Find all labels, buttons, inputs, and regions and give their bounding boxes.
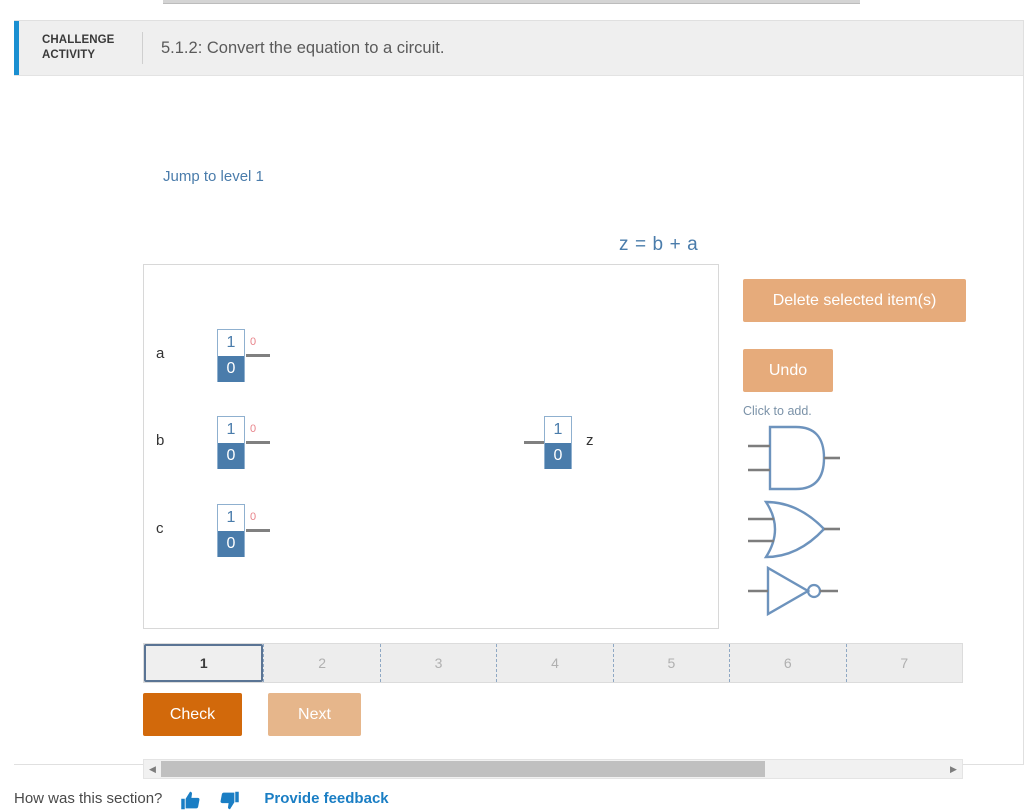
bit-readout-a: 0 bbox=[250, 336, 257, 348]
feedback-question: How was this section? bbox=[14, 790, 163, 807]
toggle-value-high[interactable]: 1 bbox=[218, 417, 244, 443]
horizontal-scrollbar[interactable]: ◀ ▶ bbox=[143, 759, 963, 779]
scroll-right-arrow-icon[interactable]: ▶ bbox=[945, 764, 962, 775]
level-tab-6[interactable]: 6 bbox=[729, 644, 846, 682]
level-tab-3[interactable]: 3 bbox=[379, 644, 497, 682]
thumbs-up-icon[interactable] bbox=[178, 790, 202, 811]
output-wire-stub bbox=[246, 441, 270, 444]
circuit-canvas[interactable]: a 1 0 0 b 1 0 0 c 1 0 0 1 0 z bbox=[143, 264, 719, 629]
gate-palette bbox=[740, 419, 840, 620]
toggle-value-low[interactable]: 0 bbox=[218, 443, 244, 469]
bit-readout-b: 0 bbox=[250, 423, 257, 435]
input-wire-stub bbox=[524, 441, 546, 444]
toggle-value-high[interactable]: 1 bbox=[218, 330, 244, 356]
toggle-value-low[interactable]: 0 bbox=[218, 531, 244, 557]
input-label-c: c bbox=[156, 520, 164, 537]
challenge-activity-kicker: CHALLENGE ACTIVITY bbox=[42, 33, 115, 61]
equation-text: z = b + a bbox=[619, 234, 699, 255]
delete-selected-button[interactable]: Delete selected item(s) bbox=[743, 279, 966, 322]
level-tab-strip[interactable]: 1 2 3 4 5 6 7 bbox=[143, 643, 963, 683]
input-toggle-b[interactable]: 1 0 bbox=[217, 416, 245, 469]
activity-body: Jump to level 1 z = b + a a 1 0 0 b 1 0 bbox=[14, 76, 1023, 779]
scrollbar-thumb[interactable] bbox=[161, 761, 765, 777]
toggle-value-low[interactable]: 0 bbox=[545, 443, 571, 469]
activity-header: CHALLENGE ACTIVITY 5.1.2: Convert the eq… bbox=[14, 21, 1023, 76]
jump-to-level-link[interactable]: Jump to level 1 bbox=[163, 168, 264, 185]
output-toggle-z[interactable]: 1 0 bbox=[544, 416, 572, 469]
header-divider bbox=[142, 32, 143, 64]
click-to-add-label: Click to add. bbox=[743, 404, 812, 418]
input-label-b: b bbox=[156, 432, 165, 449]
toggle-value-low[interactable]: 0 bbox=[218, 356, 244, 382]
scroll-left-arrow-icon[interactable]: ◀ bbox=[144, 764, 161, 775]
input-toggle-c[interactable]: 1 0 bbox=[217, 504, 245, 557]
provide-feedback-link[interactable]: Provide feedback bbox=[264, 790, 388, 807]
bit-readout-c: 0 bbox=[250, 511, 257, 523]
output-label-z: z bbox=[586, 432, 594, 449]
thumbs-down-icon[interactable] bbox=[218, 790, 242, 811]
level-tab-4[interactable]: 4 bbox=[496, 644, 613, 682]
next-button[interactable]: Next bbox=[268, 693, 361, 736]
header-accent-bar bbox=[14, 21, 19, 75]
level-tab-5[interactable]: 5 bbox=[612, 644, 730, 682]
level-tab-7[interactable]: 7 bbox=[845, 644, 962, 682]
input-toggle-a[interactable]: 1 0 bbox=[217, 329, 245, 382]
not-gate-icon[interactable] bbox=[740, 562, 840, 620]
input-label-a: a bbox=[156, 345, 165, 362]
feedback-bar: How was this section? Provide feedback bbox=[14, 790, 1024, 811]
level-tab-1[interactable]: 1 bbox=[144, 644, 264, 682]
challenge-activity-card: CHALLENGE ACTIVITY 5.1.2: Convert the eq… bbox=[14, 20, 1024, 779]
page-title: 5.1.2: Convert the equation to a circuit… bbox=[161, 38, 445, 57]
level-tab-2[interactable]: 2 bbox=[263, 644, 380, 682]
check-button[interactable]: Check bbox=[143, 693, 242, 736]
toggle-value-high[interactable]: 1 bbox=[218, 505, 244, 531]
output-wire-stub bbox=[246, 354, 270, 357]
output-wire-stub bbox=[246, 529, 270, 532]
or-gate-icon[interactable] bbox=[740, 497, 840, 562]
top-divider-bar bbox=[163, 0, 860, 4]
scrollbar-track[interactable] bbox=[161, 760, 945, 778]
and-gate-icon[interactable] bbox=[740, 419, 840, 497]
toggle-value-high[interactable]: 1 bbox=[545, 417, 571, 443]
undo-button[interactable]: Undo bbox=[743, 349, 833, 392]
